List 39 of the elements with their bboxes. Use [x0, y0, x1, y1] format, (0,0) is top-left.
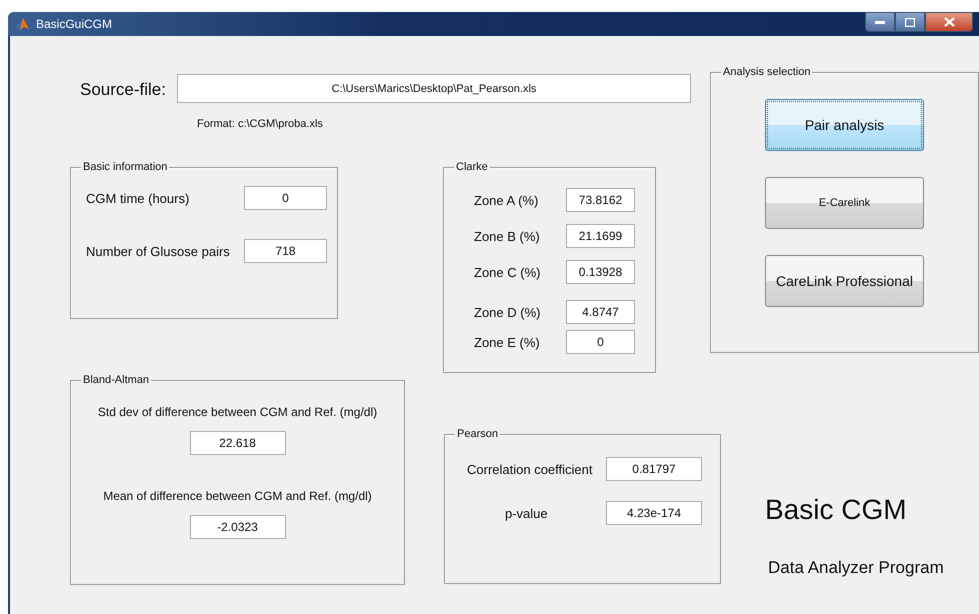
value-field[interactable]: 0	[244, 186, 327, 210]
field-label: Zone B (%)	[474, 228, 540, 244]
field-label: Mean of difference between CGM and Ref. (mg/dl)	[103, 489, 372, 503]
minimize-button[interactable]	[865, 12, 895, 32]
close-icon	[944, 17, 954, 27]
panel-title: Analysis selection	[721, 66, 812, 79]
field-label: Number of Glusose pairs	[86, 244, 230, 258]
program-subtitle: Data Analyzer Program	[768, 558, 944, 578]
field-label: Zone A (%)	[474, 192, 538, 208]
analysis-button[interactable]: E-Carelink	[765, 177, 924, 229]
field-label: CGM time (hours)	[86, 190, 190, 206]
value-field[interactable]: 0.13928	[566, 260, 635, 284]
source-file-field[interactable]: C:\Users\Marics\Desktop\Pat_Pearson.xls	[177, 74, 691, 103]
value-field[interactable]: 4.23e-174	[606, 501, 702, 525]
field-label: Zone E (%)	[474, 334, 540, 350]
field-label: Std dev of difference between CGM and Ref. (mg/dl)	[98, 405, 378, 419]
value-field[interactable]: 0	[566, 330, 635, 354]
maximize-button[interactable]	[895, 12, 925, 32]
value-field[interactable]: 21.1699	[566, 224, 635, 248]
app-icon	[14, 16, 30, 32]
value-field[interactable]: 4.8747	[566, 300, 635, 324]
window-title: BasicGuiCGM	[36, 17, 114, 31]
field-label: p-value	[505, 506, 548, 520]
maximize-icon	[905, 18, 915, 26]
close-button[interactable]	[925, 12, 973, 32]
value-field[interactable]: -2.0323	[190, 515, 286, 539]
minimize-icon	[875, 20, 885, 24]
value-field[interactable]: 0.81797	[606, 457, 702, 481]
analysis-button[interactable]: Pair analysis	[765, 99, 924, 151]
field-label: Correlation coefficient	[467, 462, 592, 476]
value-field[interactable]: 22.618	[190, 431, 286, 455]
field-label: Zone D (%)	[474, 304, 540, 320]
source-file-label: Source-file:	[80, 80, 166, 100]
program-title: Basic CGM	[765, 494, 907, 526]
value-field[interactable]: 718	[244, 239, 327, 263]
value-field[interactable]: 73.8162	[566, 188, 635, 212]
analysis-button[interactable]: CareLink Professional	[765, 255, 924, 307]
format-hint: Format: c:\CGM\proba.xls	[197, 118, 323, 130]
field-label: Zone C (%)	[474, 264, 540, 280]
